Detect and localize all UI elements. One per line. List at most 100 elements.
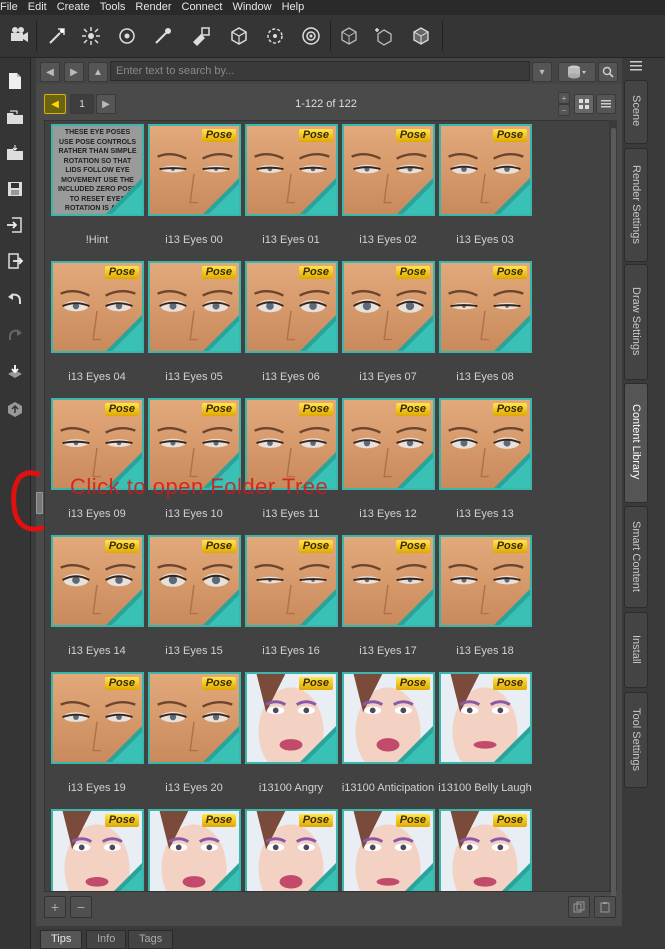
content-thumbnail[interactable]: Pose: [342, 535, 435, 627]
pose-badge: Pose: [298, 266, 333, 279]
content-grid: THESE EYE POSES USE POSE CONTROLS RATHER…: [44, 120, 611, 892]
content-thumbnail[interactable]: Pose: [51, 261, 144, 353]
side-tab-text: Draw Settings: [630, 286, 642, 356]
download-cube-icon[interactable]: [3, 360, 27, 386]
side-tab-label: Smart Content: [626, 506, 646, 606]
add-button[interactable]: +: [44, 896, 66, 918]
redo-icon[interactable]: [3, 322, 27, 348]
menu-file[interactable]: File: [0, 0, 18, 15]
pose-badge: Pose: [298, 403, 333, 416]
content-thumbnail[interactable]: Pose: [148, 535, 241, 627]
save-icon[interactable]: [3, 176, 27, 202]
geometry-cube-icon[interactable]: [408, 23, 434, 49]
point-light-icon[interactable]: [78, 23, 104, 49]
content-thumbnail[interactable]: Pose: [439, 261, 532, 353]
content-thumbnail[interactable]: THESE EYE POSES USE POSE CONTROLS RATHER…: [51, 124, 144, 216]
pose-badge: Pose: [298, 129, 333, 142]
back-button[interactable]: ◀: [40, 62, 60, 82]
undo-icon[interactable]: [3, 286, 27, 312]
paste-button[interactable]: [594, 896, 616, 918]
content-thumbnail[interactable]: Pose: [245, 672, 338, 764]
zoom-in-button[interactable]: +: [558, 92, 570, 104]
menu-help[interactable]: Help: [282, 0, 305, 15]
content-thumbnail[interactable]: Pose: [148, 672, 241, 764]
export-icon[interactable]: [3, 248, 27, 274]
database-dropdown[interactable]: [558, 62, 596, 82]
tab-tags[interactable]: Tags: [128, 930, 174, 949]
up-button[interactable]: ▲: [88, 62, 108, 82]
content-thumbnail[interactable]: Pose: [439, 124, 532, 216]
primitive-icon[interactable]: [188, 23, 214, 49]
add-cube-icon[interactable]: [370, 23, 396, 49]
scrollbar-thumb[interactable]: [611, 128, 616, 908]
content-thumbnail[interactable]: Pose: [148, 261, 241, 353]
figure-cube-icon[interactable]: [336, 23, 362, 49]
grid-icon: [579, 99, 589, 109]
copy-button[interactable]: [568, 896, 590, 918]
merge-folder-icon[interactable]: [3, 140, 27, 166]
content-thumbnail[interactable]: Pose: [148, 124, 241, 216]
linear-light-icon[interactable]: [150, 23, 176, 49]
tab-tips[interactable]: Tips: [40, 930, 83, 949]
zoom-out-button[interactable]: −: [558, 104, 570, 116]
content-thumbnail[interactable]: Pose: [342, 261, 435, 353]
content-thumbnail[interactable]: Pose: [51, 535, 144, 627]
content-thumbnail[interactable]: Pose: [342, 672, 435, 764]
content-thumbnail[interactable]: Pose: [245, 809, 338, 891]
panel-menu-icon[interactable]: [628, 58, 644, 74]
menu-window[interactable]: Window: [232, 0, 271, 15]
import-icon[interactable]: [3, 212, 27, 238]
camera-icon[interactable]: [6, 23, 32, 49]
pose-badge: Pose: [492, 129, 527, 142]
pose-badge: Pose: [104, 266, 139, 279]
page-number-field[interactable]: 1: [70, 94, 94, 114]
content-thumbnail[interactable]: Pose: [245, 535, 338, 627]
search-filter-dropdown[interactable]: ▾: [532, 62, 552, 82]
grid-view-button[interactable]: [574, 94, 594, 114]
upload-cube-icon[interactable]: [3, 396, 27, 422]
content-thumbnail[interactable]: Pose: [51, 672, 144, 764]
content-thumbnail[interactable]: Pose: [439, 535, 532, 627]
content-thumbnail[interactable]: Pose: [342, 809, 435, 891]
panel-footer: + −: [36, 894, 622, 922]
menu-connect[interactable]: Connect: [182, 0, 223, 15]
spotlight-icon[interactable]: [44, 23, 70, 49]
pose-badge: Pose: [395, 129, 430, 142]
side-tab-text: Smart Content: [630, 520, 642, 592]
group-node-icon[interactable]: [262, 23, 288, 49]
null-node-icon[interactable]: [226, 23, 252, 49]
menu-render[interactable]: Render: [135, 0, 171, 15]
next-page-button[interactable]: ▶: [96, 94, 116, 114]
content-thumbnail[interactable]: Pose: [245, 124, 338, 216]
first-page-button[interactable]: ◀: [44, 94, 66, 114]
bottom-tabs: Tips Info Tags: [36, 928, 622, 949]
content-thumbnail[interactable]: Pose: [342, 398, 435, 490]
content-thumbnail[interactable]: Pose: [439, 809, 532, 891]
remove-button[interactable]: −: [70, 896, 92, 918]
content-thumbnail[interactable]: Pose: [342, 124, 435, 216]
thumbnail-caption: i13100 Angry: [258, 782, 324, 794]
content-thumbnail[interactable]: Pose: [245, 261, 338, 353]
list-view-button[interactable]: [596, 94, 616, 114]
content-thumbnail[interactable]: Pose: [51, 809, 144, 891]
search-button[interactable]: [598, 62, 618, 82]
pose-badge: Pose: [298, 814, 333, 827]
menu-edit[interactable]: Edit: [28, 0, 47, 15]
content-thumbnail[interactable]: Pose: [439, 672, 532, 764]
annotation-text: Click to open Folder Tree: [70, 474, 329, 499]
distant-light-icon[interactable]: [114, 23, 140, 49]
side-tab-label: Install: [626, 612, 646, 686]
search-input[interactable]: Enter text to search by...: [110, 61, 530, 81]
tab-info[interactable]: Info: [86, 930, 127, 949]
environment-icon[interactable]: [298, 23, 324, 49]
content-thumbnail[interactable]: Pose: [439, 398, 532, 490]
forward-button[interactable]: ▶: [64, 62, 84, 82]
menu-bar: File Edit Create Tools Render Connect Window He…: [0, 0, 665, 15]
new-file-icon[interactable]: [3, 68, 27, 94]
open-folder-icon[interactable]: [3, 104, 27, 130]
side-tab-label: Tool Settings: [626, 692, 646, 786]
pager-row: ◀ 1 ▶ 1-122 of 122 + −: [36, 90, 622, 116]
menu-tools[interactable]: Tools: [100, 0, 126, 15]
menu-create[interactable]: Create: [57, 0, 90, 15]
content-thumbnail[interactable]: Pose: [148, 809, 241, 891]
